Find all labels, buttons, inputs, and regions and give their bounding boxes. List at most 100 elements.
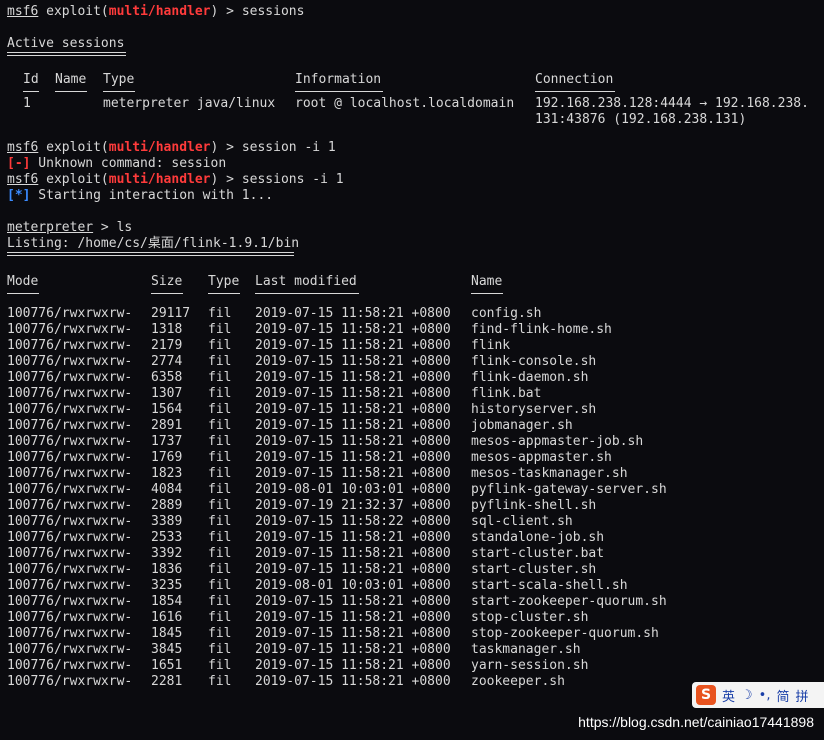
cell-name: mesos-appmaster-job.sh (471, 434, 644, 449)
cell-size: 1564 (151, 402, 183, 417)
cell-mode: 100776/rwxrwxrw- (7, 530, 133, 545)
cell-modified: 2019-07-15 11:58:21 +0800 (255, 370, 451, 385)
cell-modified: 2019-08-01 10:03:01 +0800 (255, 482, 451, 497)
header-type: Type (103, 72, 135, 87)
header-underline (55, 91, 87, 92)
error-tag: [-] (7, 156, 31, 171)
cell-size: 2281 (151, 674, 183, 689)
cell-size: 4084 (151, 482, 183, 497)
cell-modified: 2019-07-15 11:58:21 +0800 (255, 546, 451, 561)
cell-name: start-zookeeper-quorum.sh (471, 594, 667, 609)
table-row: 100776/rwxrwxrw- 2774 fil 2019-07-15 11:58:… (7, 354, 824, 370)
table-row: 100776/rwxrwxrw- 3392 fil 2019-07-15 11:58:… (7, 546, 824, 562)
cell-modified: 2019-07-15 11:58:21 +0800 (255, 306, 451, 321)
cell-mode: 100776/rwxrwxrw- (7, 306, 133, 321)
cell-size: 1318 (151, 322, 183, 337)
command-text: session -i 1 (241, 140, 336, 155)
table-row: 100776/rwxrwxrw- 1651 fil 2019-07-15 11:58:… (7, 658, 824, 674)
header-underline (535, 91, 615, 92)
cell-mode: 100776/rwxrwxrw- (7, 450, 133, 465)
cell-name: config.sh (471, 306, 542, 321)
cell-size: 3392 (151, 546, 183, 561)
header-connection: Connection (535, 72, 614, 87)
prompt-line-2: msf6 exploit(multi/handler) > session -i… (7, 140, 824, 156)
header-underline (151, 293, 183, 294)
header-underline (471, 293, 503, 294)
table-row: 100776/rwxrwxrw- 1564 fil 2019-07-15 11:58:… (7, 402, 824, 418)
prompt-mid: exploit( (38, 140, 109, 155)
watermark: https://blog.csdn.net/cainiao17441898 (578, 714, 814, 730)
header-name: Name (471, 274, 503, 289)
listing-header-underlines (7, 290, 824, 306)
sogou-logo-icon[interactable]: S (696, 685, 716, 705)
cell-size: 1845 (151, 626, 183, 641)
section-rule (7, 52, 126, 56)
cell-modified: 2019-07-15 11:58:21 +0800 (255, 434, 451, 449)
meterpreter-prompt: meterpreter (7, 220, 94, 235)
cell-modified: 2019-07-15 11:58:21 +0800 (255, 338, 451, 353)
cell-type: fil (208, 658, 232, 673)
cell-mode: 100776/rwxrwxrw- (7, 322, 133, 337)
cell-type: fil (208, 514, 232, 529)
session-connection-cont: 131:43876 (192.168.238.131) (535, 112, 747, 127)
cell-type: fil (208, 338, 232, 353)
cell-size: 2774 (151, 354, 183, 369)
cell-name: flink (471, 338, 511, 353)
header-underline (255, 293, 359, 294)
cell-name: stop-cluster.sh (471, 610, 589, 625)
cell-size: 6358 (151, 370, 183, 385)
ime-toolbar[interactable]: S 英 ☽ •, 简 拼 (692, 682, 824, 708)
table-row: 100776/rwxrwxrw- 1836 fil 2019-07-15 11:58:… (7, 562, 824, 578)
prompt-suffix: ) > (210, 140, 242, 155)
header-name: Name (55, 72, 87, 87)
cell-size: 2179 (151, 338, 183, 353)
moon-icon[interactable]: ☽ (741, 688, 753, 703)
listing-header-row: Mode Size Type Last modified Name (7, 274, 824, 290)
cell-name: zookeeper.sh (471, 674, 565, 689)
punctuation-icon[interactable]: •, (759, 688, 771, 703)
ime-extra[interactable]: 拼 (796, 686, 809, 705)
cell-size: 2533 (151, 530, 183, 545)
listing-header: Listing: /home/cs/桌面/flink-1.9.1/bin (7, 236, 300, 251)
cell-size: 3389 (151, 514, 183, 529)
terminal[interactable]: msf6 exploit(multi/handler) > sessions A… (7, 4, 824, 740)
header-underline (103, 91, 135, 92)
prompt-prefix: msf6 (7, 140, 39, 155)
cell-size: 2891 (151, 418, 183, 433)
cell-mode: 100776/rwxrwxrw- (7, 338, 133, 353)
cell-modified: 2019-07-15 11:58:21 +0800 (255, 626, 451, 641)
cell-mode: 100776/rwxrwxrw- (7, 594, 133, 609)
ime-lang[interactable]: 英 (722, 686, 735, 705)
cell-mode: 100776/rwxrwxrw- (7, 546, 133, 561)
table-row: 100776/rwxrwxrw- 29117 fil 2019-07-15 11:58… (7, 306, 824, 322)
cell-name: start-cluster.sh (471, 562, 597, 577)
cell-modified: 2019-07-15 11:58:21 +0800 (255, 530, 451, 545)
prompt-suffix: ) > (210, 172, 242, 187)
prompt-module: multi/handler (108, 172, 211, 187)
cell-type: fil (208, 402, 232, 417)
cell-size: 3845 (151, 642, 183, 657)
table-row: 100776/rwxrwxrw- 1769 fil 2019-07-15 11:58:… (7, 450, 824, 466)
cell-type: fil (208, 674, 232, 689)
cell-modified: 2019-07-15 11:58:21 +0800 (255, 450, 451, 465)
session-id: 1 (23, 96, 31, 111)
prompt-mid: exploit( (38, 4, 109, 19)
ime-mode[interactable]: 简 (776, 686, 789, 705)
cell-name: taskmanager.sh (471, 642, 581, 657)
table-row: 100776/rwxrwxrw- 1845 fil 2019-07-15 11:58:… (7, 626, 824, 642)
cell-size: 1616 (151, 610, 183, 625)
cell-mode: 100776/rwxrwxrw- (7, 498, 133, 513)
cell-size: 1769 (151, 450, 183, 465)
cell-name: sql-client.sh (471, 514, 573, 529)
cell-modified: 2019-07-15 11:58:21 +0800 (255, 594, 451, 609)
cell-mode: 100776/rwxrwxrw- (7, 626, 133, 641)
cell-name: standalone-job.sh (471, 530, 605, 545)
cell-modified: 2019-08-01 10:03:01 +0800 (255, 578, 451, 593)
prompt-prefix: msf6 (7, 172, 39, 187)
cell-type: fil (208, 450, 232, 465)
table-row: 100776/rwxrwxrw- 2889 fil 2019-07-19 21:32:… (7, 498, 824, 514)
cell-mode: 100776/rwxrwxrw- (7, 578, 133, 593)
table-row: 100776/rwxrwxrw- 1854 fil 2019-07-15 11:58:… (7, 594, 824, 610)
sessions-table: Id Name Type Information Connection 1 me… (7, 72, 824, 127)
prompt-module: multi/handler (108, 4, 211, 19)
